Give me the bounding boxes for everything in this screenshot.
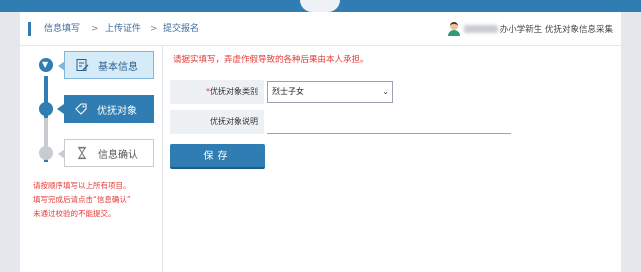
top-bar-tab [300, 0, 340, 12]
chevron-down-icon: ⌄ [382, 87, 389, 96]
step-marker-2 [39, 102, 53, 116]
breadcrumb: 信息填写 > 上传证件 > 提交报名 办小学新生 优抚对象信息采集 [20, 12, 621, 46]
main-panel: 信息填写 > 上传证件 > 提交报名 办小学新生 优抚对象信息采集 ▼ 基本信息… [20, 12, 621, 272]
instruction-line: 未通过校验的不能提交。 [33, 209, 116, 218]
step-sidebar: ▼ 基本信息 优抚对象 信息确认 请按顺序填写以上所有项目。 填写完成后请点击“… [20, 46, 163, 272]
save-button[interactable]: 保存 [170, 144, 265, 169]
step-label: 基本信息 [98, 61, 138, 73]
step-marker-3 [39, 146, 53, 160]
user-info: 办小学新生 优抚对象信息采集 [447, 20, 613, 38]
step-marker-1: ▼ [39, 58, 53, 72]
breadcrumb-item-fill-info[interactable]: 信息填写 [44, 22, 80, 36]
top-bar [0, 0, 641, 12]
step-label: 信息确认 [98, 149, 138, 161]
form-notice: 请据实填写，弄虚作假导致的各种后果由本人承担。 [173, 55, 369, 65]
user-title: 办小学新生 优抚对象信息采集 [499, 25, 613, 35]
category-selected-value: 烈士子女 [272, 87, 304, 96]
chevron-down-icon: ▼ [42, 60, 49, 69]
document-edit-icon [76, 59, 89, 71]
tag-icon [75, 103, 87, 115]
step-basic-info[interactable]: 基本信息 [58, 51, 154, 79]
instruction-line: 请按顺序填写以上所有项目。 [33, 181, 131, 190]
instructions: 请按顺序填写以上所有项目。 填写完成后请点击“信息确认” 未通过校验的不能提交。 [33, 179, 158, 221]
step-special-care[interactable]: 优抚对象 [57, 95, 154, 123]
avatar [447, 22, 461, 36]
breadcrumb-separator: > [91, 24, 99, 34]
description-input[interactable] [267, 110, 511, 134]
breadcrumb-separator: > [150, 24, 158, 34]
hourglass-icon [78, 146, 86, 160]
description-row: 优抚对象说明 [170, 110, 615, 134]
category-label: *优抚对象类别 [170, 80, 264, 104]
category-row: *优抚对象类别 烈士子女 ⌄ [170, 80, 615, 104]
category-select[interactable]: 烈士子女 ⌄ [267, 81, 393, 103]
breadcrumb-item-upload-docs[interactable]: 上传证件 [105, 22, 141, 36]
form-area: 请据实填写，弄虚作假导致的各种后果由本人承担。 *优抚对象类别 烈士子女 ⌄ 优… [170, 46, 615, 272]
step-confirm[interactable]: 信息确认 [58, 139, 154, 167]
redacted-name [463, 25, 498, 33]
description-label: 优抚对象说明 [170, 110, 264, 134]
breadcrumb-accent [28, 22, 31, 36]
instruction-line: 填写完成后请点击“信息确认” [33, 195, 131, 204]
step-label: 优抚对象 [97, 105, 137, 117]
breadcrumb-item-submit[interactable]: 提交报名 [163, 22, 199, 36]
